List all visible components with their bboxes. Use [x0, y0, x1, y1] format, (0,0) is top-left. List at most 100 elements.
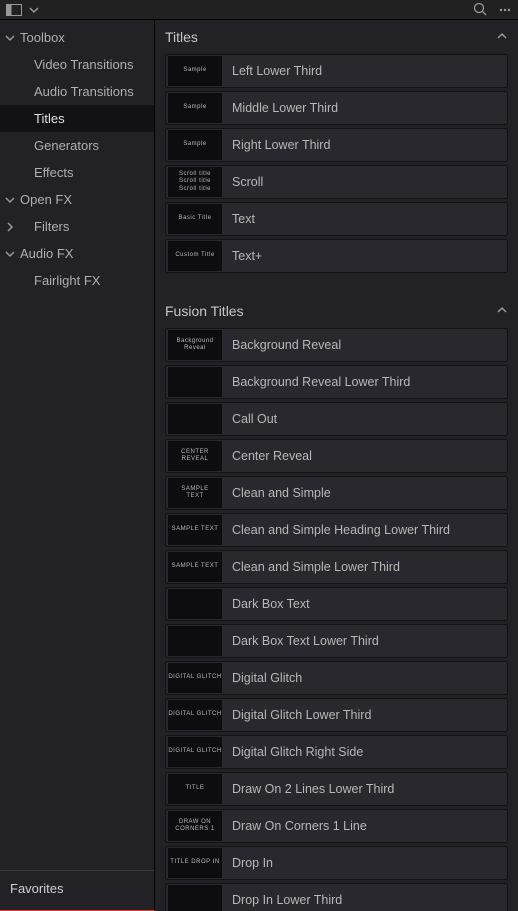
title-item[interactable]: Background Reveal Background Reveal — [165, 328, 508, 362]
title-item[interactable]: SAMPLE TEXT Clean and Simple — [165, 476, 508, 510]
section-header-fusion-titles[interactable]: Fusion Titles — [165, 294, 508, 328]
title-item-label: Digital Glitch — [232, 671, 302, 685]
title-item[interactable]: CENTER REVEAL Center Reveal — [165, 439, 508, 473]
sidebar-item-label: Effects — [34, 165, 74, 180]
chevron-down-icon — [0, 194, 20, 206]
title-thumbnail: Custom Title — [168, 241, 222, 271]
title-item-label: Text — [232, 212, 255, 226]
sidebar-item-fairlight-fx[interactable]: Fairlight FX — [0, 267, 154, 294]
title-thumbnail: SAMPLE TEXT — [168, 478, 222, 508]
title-item[interactable]: Sample Middle Lower Third — [165, 91, 508, 125]
section-title: Titles — [165, 29, 198, 45]
title-item-label: Call Out — [232, 412, 277, 426]
title-item-label: Dark Box Text — [232, 597, 310, 611]
section-header-titles[interactable]: Titles — [165, 20, 508, 54]
title-thumbnail: Sample — [168, 130, 222, 160]
content-panel: Titles Sample Left Lower Third Sample Middle… — [155, 20, 518, 911]
title-thumbnail: DIGITAL GLITCH — [168, 663, 222, 693]
title-item-label: Dark Box Text Lower Third — [232, 634, 379, 648]
title-item-label: Scroll — [232, 175, 263, 189]
title-thumbnail — [168, 589, 222, 619]
title-item[interactable]: Dark Box Text Lower Third — [165, 624, 508, 658]
title-item-label: Draw On 2 Lines Lower Third — [232, 782, 394, 796]
title-item-label: Drop In Lower Third — [232, 893, 342, 907]
chevron-up-icon — [496, 303, 508, 319]
title-item[interactable]: Custom Title Text+ — [165, 239, 508, 273]
sidebar-item-label: Generators — [34, 138, 99, 153]
title-item[interactable]: Sample Right Lower Third — [165, 128, 508, 162]
title-thumbnail: SAMPLE TEXT — [168, 552, 222, 582]
title-item[interactable]: DIGITAL GLITCH Digital Glitch — [165, 661, 508, 695]
sidebar-item-open-fx[interactable]: Open FX — [0, 186, 154, 213]
sidebar-item-filters[interactable]: Filters — [0, 213, 154, 240]
sidebar-item-audio-transitions[interactable]: Audio Transitions — [0, 78, 154, 105]
sidebar: Toolbox Video Transitions Audio Transition… — [0, 20, 155, 911]
title-thumbnail — [168, 404, 222, 434]
title-item[interactable]: SAMPLE TEXT Clean and Simple Lower Third — [165, 550, 508, 584]
title-item[interactable]: Dark Box Text — [165, 587, 508, 621]
title-item-label: Middle Lower Third — [232, 101, 338, 115]
title-item-label: Text+ — [232, 249, 262, 263]
title-item[interactable]: SAMPLE TEXTClean and Simple Heading Lowe… — [165, 513, 508, 547]
title-thumbnail: TITLE DROP IN — [168, 848, 222, 878]
section-title: Fusion Titles — [165, 303, 244, 319]
title-item[interactable]: Sample Left Lower Third — [165, 54, 508, 88]
title-thumbnail — [168, 367, 222, 397]
sidebar-item-label: Video Transitions — [34, 57, 134, 72]
title-item[interactable]: TITLE DROP IN Drop In — [165, 846, 508, 880]
title-thumbnail: DIGITAL GLITCH — [168, 700, 222, 730]
title-item[interactable]: Drop In Lower Third — [165, 883, 508, 911]
title-item[interactable]: Scroll title Scroll title Scroll title Sc… — [165, 165, 508, 199]
title-item[interactable]: Call Out — [165, 402, 508, 436]
title-thumbnail: Sample — [168, 93, 222, 123]
title-thumbnail: Basic Title — [168, 204, 222, 234]
title-item[interactable]: TITLE Draw On 2 Lines Lower Third — [165, 772, 508, 806]
title-item-label: Background Reveal Lower Third — [232, 375, 410, 389]
sidebar-item-label: Toolbox — [20, 30, 65, 45]
title-item[interactable]: DRAW ON CORNERS 1 Draw On Corners 1 Line — [165, 809, 508, 843]
title-thumbnail: DIGITAL GLITCH — [168, 737, 222, 767]
title-item-label: Right Lower Third — [232, 138, 330, 152]
sidebar-item-label: Filters — [34, 219, 69, 234]
title-thumbnail: DRAW ON CORNERS 1 — [168, 811, 222, 841]
more-icon[interactable] — [498, 3, 512, 17]
sidebar-item-video-transitions[interactable]: Video Transitions — [0, 51, 154, 78]
panel-layout-icon[interactable] — [6, 4, 22, 16]
title-item-label: Drop In — [232, 856, 273, 870]
title-thumbnail — [168, 626, 222, 656]
title-item-label: Draw On Corners 1 Line — [232, 819, 367, 833]
title-thumbnail: CENTER REVEAL — [168, 441, 222, 471]
title-item[interactable]: Background Reveal Lower Third — [165, 365, 508, 399]
title-item-label: Clean and Simple Lower Third — [232, 560, 400, 574]
title-thumbnail: TITLE — [168, 774, 222, 804]
chevron-down-icon — [0, 248, 20, 260]
sidebar-item-label: Titles — [34, 111, 65, 126]
favorites-section[interactable]: Favorites — [0, 870, 154, 910]
chevron-right-icon — [0, 221, 20, 233]
sidebar-item-label: Audio FX — [20, 246, 73, 261]
title-thumbnail: Background Reveal — [168, 330, 222, 360]
sidebar-item-titles[interactable]: Titles — [0, 105, 154, 132]
sidebar-item-generators[interactable]: Generators — [0, 132, 154, 159]
sidebar-item-toolbox[interactable]: Toolbox — [0, 24, 154, 51]
title-item-label: Background Reveal — [232, 338, 341, 352]
title-item[interactable]: DIGITAL GLITCHDigital Glitch Lower Third — [165, 698, 508, 732]
title-thumbnail: Scroll title Scroll title Scroll title — [168, 167, 222, 197]
title-thumbnail: SAMPLE TEXT — [168, 515, 222, 545]
sidebar-item-label: Audio Transitions — [34, 84, 134, 99]
title-item-label: Digital Glitch Right Side — [232, 745, 363, 759]
search-icon[interactable] — [473, 2, 488, 17]
sidebar-item-effects[interactable]: Effects — [0, 159, 154, 186]
title-thumbnail: Sample — [168, 56, 222, 86]
title-item-label: Clean and Simple — [232, 486, 331, 500]
title-item[interactable]: DIGITAL GLITCH Digital Glitch Right Side — [165, 735, 508, 769]
title-item-label: Left Lower Third — [232, 64, 322, 78]
favorites-label: Favorites — [10, 881, 63, 896]
chevron-down-icon[interactable] — [28, 4, 40, 16]
title-item[interactable]: Basic Title Text — [165, 202, 508, 236]
topbar — [0, 0, 518, 20]
title-item-label: Center Reveal — [232, 449, 312, 463]
sidebar-item-audio-fx[interactable]: Audio FX — [0, 240, 154, 267]
chevron-down-icon — [0, 32, 20, 44]
sidebar-item-label: Fairlight FX — [34, 273, 100, 288]
